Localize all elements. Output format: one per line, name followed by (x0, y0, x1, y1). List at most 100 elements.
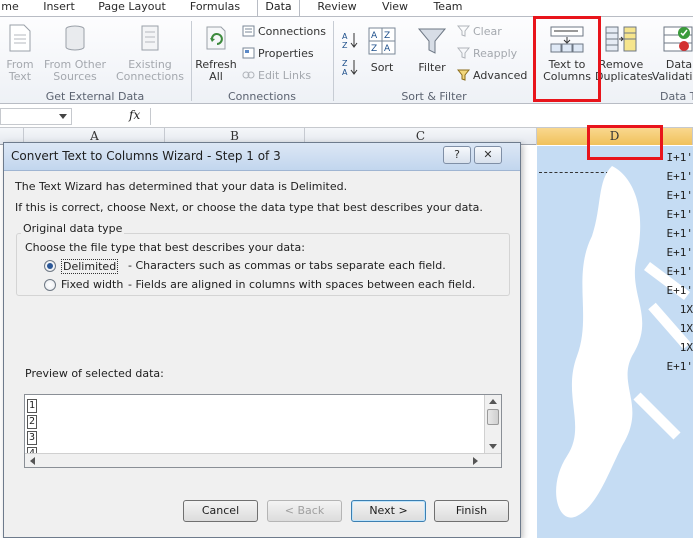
formula-buttons: fx (87, 107, 147, 126)
cell-fragment: 1X (679, 303, 693, 316)
preview-label: Preview of selected data: (25, 367, 164, 380)
choose-prompt: Choose the file type that best describes… (25, 241, 305, 254)
chevron-down-icon (59, 114, 67, 119)
data-validation-button[interactable]: Data Validation (650, 25, 693, 83)
group-label-connections: Connections (228, 90, 296, 103)
finish-button[interactable]: Finish (434, 500, 509, 522)
edit-links-button[interactable]: Edit Links (242, 69, 311, 82)
function-fx-icon[interactable]: fx (129, 108, 140, 122)
clear-filter-button[interactable]: Clear (457, 25, 502, 38)
filter-button[interactable]: Filter (413, 26, 451, 74)
cell-fragment: E+1' (666, 170, 693, 183)
cell-fragment: E+1' (666, 284, 693, 297)
connections-button[interactable]: Connections (242, 25, 326, 38)
group-separator (191, 21, 192, 101)
cancel-button[interactable]: Cancel (183, 500, 258, 522)
scroll-right-arrow-icon[interactable] (473, 457, 478, 465)
refresh-all-label: Refresh All (195, 58, 237, 83)
clear-filter-icon (457, 25, 470, 37)
preview-horizontal-scrollbar[interactable] (25, 453, 501, 467)
column-d-highlight (587, 125, 663, 160)
connections-icon (242, 25, 255, 37)
cell-fragment: 1X (679, 341, 693, 354)
reapply-icon (457, 47, 470, 59)
data-validation-label: Data Validation (651, 58, 693, 83)
existing-connections-icon (141, 25, 159, 51)
properties-label: Properties (258, 47, 314, 60)
group-label-data-tools: Data T (660, 90, 693, 103)
edit-links-icon (242, 71, 255, 79)
sort-dialog-icon: A Z Z A (368, 27, 396, 55)
group-separator (333, 21, 334, 101)
refresh-all-button[interactable]: Refresh All (195, 23, 237, 83)
scroll-left-arrow-icon[interactable] (30, 457, 35, 465)
tab-team[interactable]: Team (428, 0, 468, 16)
sort-label: Sort (370, 61, 394, 74)
svg-text:A: A (384, 44, 391, 54)
properties-button[interactable]: Properties (242, 47, 314, 60)
from-other-sources-button[interactable]: From Other Sources (42, 23, 108, 83)
svg-text:Z: Z (384, 31, 390, 41)
data-validation-icon (663, 26, 693, 52)
delimited-radio[interactable] (44, 260, 56, 272)
name-box[interactable] (0, 108, 72, 125)
refresh-icon (206, 26, 226, 50)
ribbon-tab-bar: me Insert Page Layout Formulas Data Revi… (0, 0, 693, 16)
option-fixed-width[interactable]: Fixed width - Fields are aligned in colu… (44, 277, 504, 293)
column-d-fragments: I+1' E+1' E+1' E+1' E+1' E+1' E+1' E+1' … (640, 148, 693, 528)
tab-view[interactable]: View (375, 0, 415, 16)
wizard-intro-line2: If this is correct, choose Next, or choo… (15, 201, 483, 214)
remove-duplicates-button[interactable]: Remove Duplicates (595, 25, 653, 83)
dialog-title-bar[interactable]: Convert Text to Columns Wizard - Step 1 … (4, 143, 520, 171)
option-delimited[interactable]: Delimited - Characters such as commas or… (44, 258, 494, 274)
back-button[interactable]: < Back (267, 500, 342, 522)
fixed-width-radio[interactable] (44, 279, 56, 291)
filter-funnel-icon (417, 28, 447, 54)
reapply-button[interactable]: Reapply (457, 47, 517, 60)
tab-review[interactable]: Review (312, 0, 362, 16)
delimited-label: Delimited (61, 259, 119, 274)
tab-home[interactable]: me (0, 0, 20, 16)
next-button[interactable]: Next > (351, 500, 426, 522)
advanced-filter-icon (457, 69, 470, 81)
sort-a-to-z-button[interactable]: AZ (341, 31, 359, 52)
sort-descending-icon: ZA (342, 59, 358, 77)
preview-box[interactable]: 1 2 3 4 (24, 394, 502, 468)
preview-vertical-scrollbar[interactable] (484, 395, 501, 453)
tab-insert[interactable]: Insert (37, 0, 81, 16)
group-label-get-external-data: Get External Data (45, 90, 145, 103)
from-text-button[interactable]: From Text (2, 23, 38, 83)
text-file-icon (9, 24, 31, 52)
database-icon (65, 25, 85, 51)
filter-label: Filter (418, 61, 446, 74)
formula-input[interactable] (150, 108, 693, 125)
advanced-filter-button[interactable]: Advanced (457, 69, 527, 82)
tab-page-layout[interactable]: Page Layout (95, 0, 169, 16)
sort-z-to-a-button[interactable]: ZA (341, 58, 359, 79)
wizard-intro-line1: The Text Wizard has determined that your… (15, 180, 348, 193)
clear-label: Clear (473, 25, 502, 38)
help-button[interactable]: ? (443, 146, 471, 164)
close-button[interactable]: ✕ (474, 146, 502, 164)
existing-connections-label: Existing Connections (116, 58, 184, 83)
svg-text:Z: Z (342, 59, 348, 68)
delimited-description: - Characters such as commas or tabs sepa… (128, 259, 446, 272)
advanced-label: Advanced (473, 69, 528, 82)
edit-links-label: Edit Links (258, 69, 312, 82)
properties-icon (242, 47, 255, 59)
tab-formulas[interactable]: Formulas (184, 0, 246, 16)
scroll-up-arrow-icon[interactable] (489, 399, 497, 404)
svg-text:A: A (371, 31, 378, 41)
preview-row: 2 (27, 415, 37, 429)
preview-row: 3 (27, 431, 37, 445)
scroll-down-arrow-icon[interactable] (489, 444, 497, 449)
tab-data[interactable]: Data (257, 0, 300, 16)
cell-fragment: E+1' (666, 208, 693, 221)
svg-text:Z: Z (371, 44, 377, 54)
scroll-thumb[interactable] (487, 409, 499, 425)
sort-button[interactable]: A Z Z A Sort (364, 26, 400, 74)
fixed-width-label: Fixed width (61, 278, 124, 291)
svg-text:A: A (342, 32, 348, 41)
existing-connections-button[interactable]: Existing Connections (113, 23, 187, 83)
cell-fragment: E+1' (666, 246, 693, 259)
